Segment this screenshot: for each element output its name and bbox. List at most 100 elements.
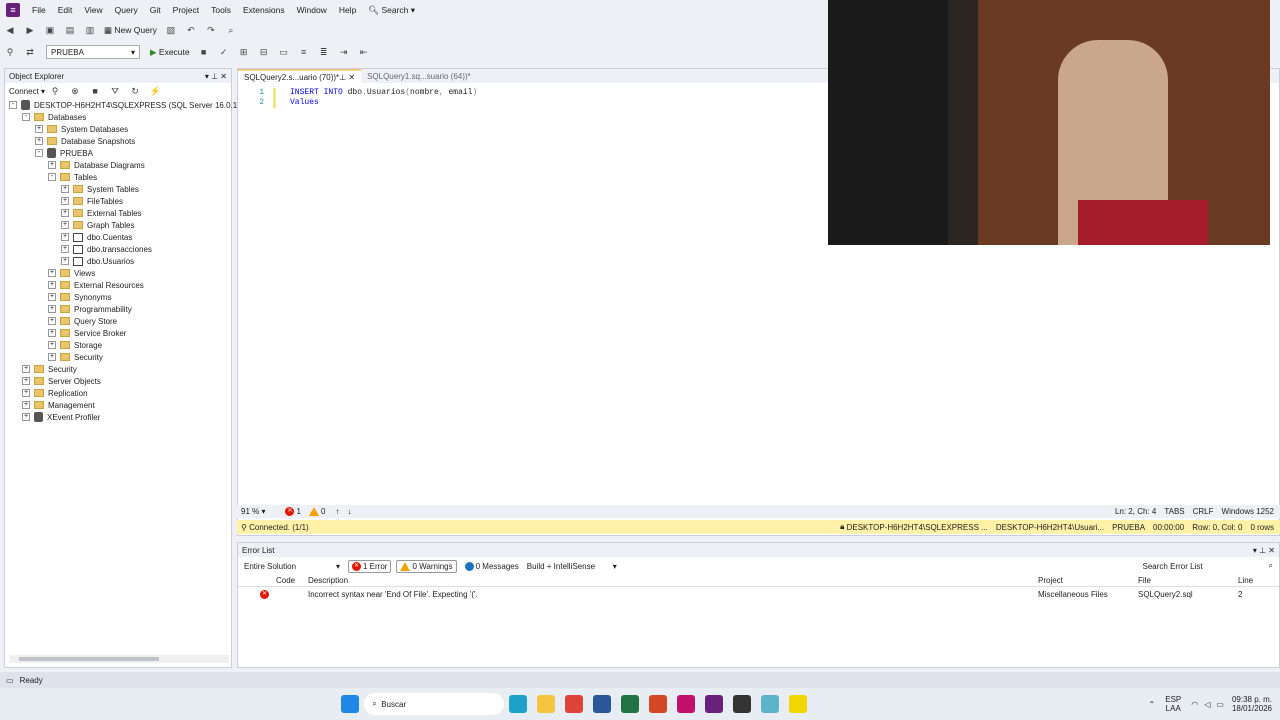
menu-item-git[interactable]: Git <box>144 5 167 15</box>
indent-icon[interactable]: ⇥ <box>336 45 352 59</box>
error-count[interactable]: 1 <box>296 507 300 516</box>
expand-icon[interactable]: + <box>61 257 69 265</box>
expand-icon[interactable]: + <box>35 137 43 145</box>
find-icon[interactable]: ⌕ <box>223 23 239 37</box>
tree-node[interactable]: + dbo.Cuentas <box>61 231 132 243</box>
open-icon[interactable]: ▤ <box>62 23 78 37</box>
stop-icon[interactable]: ■ <box>196 45 212 59</box>
expand-icon[interactable]: + <box>61 221 69 229</box>
menu-item-query[interactable]: Query <box>109 5 144 15</box>
execute-button[interactable]: ▶ Execute <box>146 47 194 58</box>
connect-icon[interactable]: ⚲ <box>2 45 18 59</box>
scrollbar-thumb[interactable] <box>19 657 159 661</box>
expand-icon[interactable]: + <box>48 293 56 301</box>
expand-icon[interactable]: + <box>61 233 69 241</box>
new-project-icon[interactable]: ▣ <box>42 23 58 37</box>
results-to-icon[interactable]: ▭ <box>276 45 292 59</box>
tray-chevron-icon[interactable]: ⌃ <box>1149 700 1156 709</box>
connect-db-icon[interactable]: ⚲ <box>47 84 63 98</box>
tree-node[interactable]: + XEvent Profiler <box>22 411 100 423</box>
menu-item-view[interactable]: View <box>78 5 108 15</box>
stop-refresh-icon[interactable]: ■ <box>87 84 103 98</box>
menu-item-tools[interactable]: Tools <box>205 5 237 15</box>
search-menu[interactable]: 🔍︎ Search ▾ <box>362 5 421 16</box>
tree-node[interactable]: + Database Snapshots <box>35 135 135 147</box>
tree-node[interactable]: - DESKTOP-H6H2HT4\SQLEXPRESS (SQL Server … <box>9 99 255 111</box>
file-explorer-icon[interactable] <box>537 695 556 713</box>
volume-icon[interactable]: ◁ <box>1204 700 1210 709</box>
tree-node[interactable]: + Database Diagrams <box>48 159 145 171</box>
word-icon[interactable] <box>593 695 612 713</box>
tree-node[interactable]: + System Databases <box>35 123 128 135</box>
uncomment-icon[interactable]: ≣ <box>316 45 332 59</box>
redo-icon[interactable]: ↷ <box>203 23 219 37</box>
tree-node[interactable]: + Programmability <box>48 303 132 315</box>
menu-item-edit[interactable]: Edit <box>52 5 79 15</box>
menu-item-file[interactable]: File <box>26 5 52 15</box>
excel-icon[interactable] <box>621 695 640 713</box>
tree-node[interactable]: + Query Store <box>48 315 117 327</box>
warning-count[interactable]: 0 <box>321 507 325 516</box>
tree-node[interactable]: + dbo.Usuarios <box>61 255 134 267</box>
powerpoint-icon[interactable] <box>649 695 668 713</box>
expand-icon[interactable]: + <box>61 245 69 253</box>
tree-node[interactable]: + Server Objects <box>22 375 101 387</box>
expand-icon[interactable]: + <box>48 161 56 169</box>
tree-node[interactable]: - PRUEBA <box>35 147 93 159</box>
parse-icon[interactable]: ✓ <box>216 45 232 59</box>
editor-tab[interactable]: SQLQuery1.sq...suario (64))* <box>361 69 477 83</box>
error-search-input[interactable]: Search Error List <box>1143 562 1263 571</box>
expand-icon[interactable]: + <box>35 125 43 133</box>
expand-icon[interactable]: + <box>61 197 69 205</box>
start-icon[interactable] <box>341 695 360 713</box>
connect-button[interactable]: Connect <box>9 87 39 96</box>
expand-icon[interactable]: + <box>48 353 56 361</box>
tree-node[interactable]: + External Resources <box>48 279 144 291</box>
powerbi-icon[interactable] <box>789 695 808 713</box>
expand-icon[interactable]: + <box>48 341 56 349</box>
obs-icon[interactable] <box>733 695 752 713</box>
code-line[interactable]: INSERT INTO dbo.Usuarios(nombre, email) <box>290 88 477 97</box>
down-arrow-icon[interactable]: ↓ <box>347 507 351 516</box>
lang-indicator[interactable]: ESP LAA <box>1165 695 1181 713</box>
opera-icon[interactable] <box>677 695 696 713</box>
expand-icon[interactable]: + <box>22 413 30 421</box>
scope-select[interactable]: Entire Solution ▾ <box>244 562 340 571</box>
column-header[interactable]: Project <box>1038 576 1063 585</box>
undo-icon[interactable]: ↶ <box>183 23 199 37</box>
expand-icon[interactable]: + <box>22 401 30 409</box>
edge-icon[interactable] <box>509 695 528 713</box>
column-header[interactable]: File <box>1138 576 1151 585</box>
horizontal-scrollbar[interactable] <box>9 655 229 663</box>
expand-icon[interactable]: + <box>22 377 30 385</box>
collapse-icon[interactable]: - <box>48 173 56 181</box>
tree-node[interactable]: - Tables <box>48 171 97 183</box>
errors-filter-button[interactable]: ✕ 1 Error <box>348 559 392 573</box>
warnings-filter-button[interactable]: 0 Warnings <box>396 559 457 573</box>
expand-icon[interactable]: + <box>61 185 69 193</box>
new-query-button[interactable]: ▦ New Query <box>100 25 161 36</box>
error-row[interactable]: ✕ Incorrect syntax near 'End Of File'. Ex… <box>238 589 1279 601</box>
column-header[interactable]: Code <box>276 576 295 585</box>
battery-icon[interactable]: ▭ <box>1216 700 1224 709</box>
menu-item-project[interactable]: Project <box>167 5 205 15</box>
query-options-icon[interactable]: ▧ <box>163 23 179 37</box>
expand-icon[interactable]: + <box>22 389 30 397</box>
tree-node[interactable]: + Security <box>22 363 77 375</box>
forward-icon[interactable]: ▶ <box>22 23 38 37</box>
column-header[interactable]: Description <box>308 576 348 585</box>
code-line[interactable]: Values <box>290 98 319 107</box>
tree-node[interactable]: + FileTables <box>61 195 123 207</box>
search-icon[interactable]: ⌕ <box>1269 561 1273 571</box>
collapse-icon[interactable]: - <box>22 113 30 121</box>
tree-node[interactable]: + Replication <box>22 387 88 399</box>
build-filter-select[interactable]: Build + IntelliSense ▾ <box>527 562 617 571</box>
filter-icon[interactable]: ⛛ <box>107 84 123 98</box>
disconnect-icon[interactable]: ⊗ <box>67 84 83 98</box>
back-icon[interactable]: ◀ <box>2 23 18 37</box>
tree-node[interactable]: - Databases <box>22 111 86 123</box>
comment-icon[interactable]: ≡ <box>296 45 312 59</box>
expand-icon[interactable]: + <box>48 269 56 277</box>
tree-node[interactable]: + Graph Tables <box>61 219 134 231</box>
editor-tab[interactable]: SQLQuery2.s...uario (70))* ⊥ ✕ <box>238 69 362 83</box>
